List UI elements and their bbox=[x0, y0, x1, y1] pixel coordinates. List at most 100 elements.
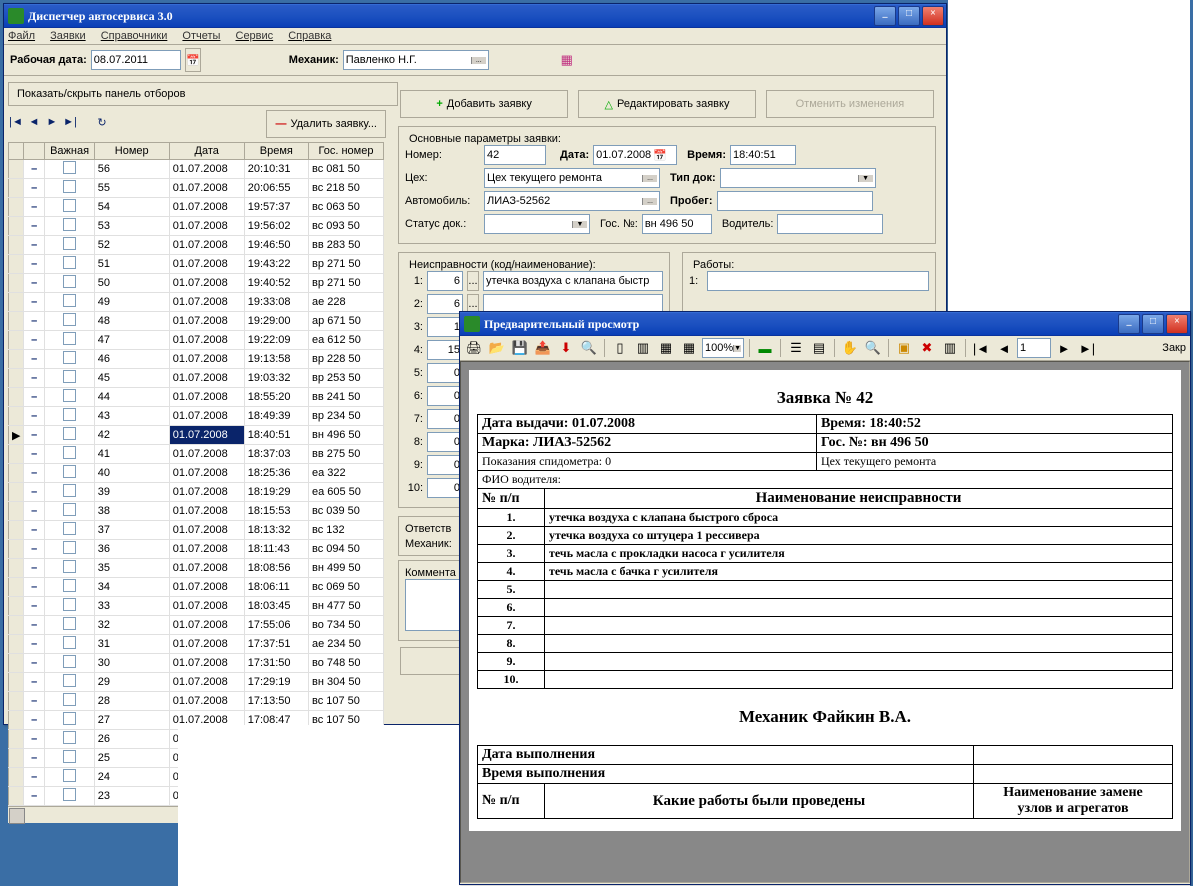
cancel-changes-button[interactable]: Отменить изменения bbox=[766, 90, 934, 118]
workdate-input[interactable]: 08.07.2011 bbox=[91, 50, 181, 70]
grid-icon[interactable]: ▦ bbox=[656, 338, 676, 358]
save-icon[interactable]: 💾 bbox=[510, 338, 530, 358]
edit-request-button[interactable]: △Редактировать заявку bbox=[578, 90, 756, 118]
mileage-input[interactable] bbox=[717, 191, 873, 211]
close-text-button[interactable]: Закр bbox=[1162, 342, 1186, 354]
nav-next-icon[interactable]: ► bbox=[44, 116, 60, 132]
fault-code-input[interactable]: 6 bbox=[427, 271, 463, 291]
col-gos[interactable]: Гос. номер bbox=[308, 143, 383, 160]
table-row[interactable]: –4601.07.200819:13:58вр 228 50 bbox=[9, 350, 384, 369]
table-row[interactable]: –4801.07.200819:29:00ар 671 50 bbox=[9, 312, 384, 331]
fault-code-input[interactable]: 15 bbox=[427, 340, 463, 360]
gos-input[interactable]: вн 496 50 bbox=[642, 214, 712, 234]
driver-input[interactable] bbox=[777, 214, 883, 234]
delete-request-button[interactable]: —Удалить заявку... bbox=[266, 110, 386, 138]
requests-grid[interactable]: Важная Номер Дата Время Гос. номер –5601… bbox=[8, 142, 384, 806]
col-important[interactable]: Важная bbox=[45, 143, 94, 160]
minimize-button[interactable]: _ bbox=[874, 6, 896, 26]
table-row[interactable]: –4401.07.200818:55:20вв 241 50 bbox=[9, 388, 384, 407]
color-icon[interactable]: ▬ bbox=[755, 338, 775, 358]
calendar-icon[interactable]: 📅 bbox=[653, 149, 667, 162]
table-row[interactable]: –3701.07.200818:13:32вс 132 bbox=[9, 521, 384, 540]
nav-last-icon[interactable]: ►| bbox=[62, 116, 78, 132]
nav-last-icon[interactable]: ►| bbox=[1077, 338, 1097, 358]
table-row[interactable]: –5201.07.200819:46:50вв 283 50 bbox=[9, 236, 384, 255]
zoom-icon[interactable]: 🔍 bbox=[863, 338, 883, 358]
print-icon[interactable]: 🖨 bbox=[464, 338, 484, 358]
col-num[interactable]: Номер bbox=[94, 143, 169, 160]
refresh-icon[interactable]: ↻ bbox=[94, 116, 110, 132]
maximize-button[interactable]: □ bbox=[898, 6, 920, 26]
dropdown-icon[interactable]: ▼ bbox=[858, 175, 873, 182]
table-row[interactable]: –4701.07.200819:22:09еа 612 50 bbox=[9, 331, 384, 350]
fault-code-input[interactable]: 0 bbox=[427, 455, 463, 475]
table-row[interactable]: –5401.07.200819:57:37вс 063 50 bbox=[9, 198, 384, 217]
nav-prev-icon[interactable]: ◄ bbox=[994, 338, 1014, 358]
num-input[interactable]: 42 bbox=[484, 145, 546, 165]
nav-prev-icon[interactable]: ◄ bbox=[26, 116, 42, 132]
fault-code-input[interactable]: 0 bbox=[427, 409, 463, 429]
table-row[interactable]: –3601.07.200818:11:43вс 094 50 bbox=[9, 540, 384, 559]
fault-code-input[interactable]: 0 bbox=[427, 386, 463, 406]
x-icon[interactable]: ✖ bbox=[917, 338, 937, 358]
zoom-input[interactable]: 100%▼ bbox=[702, 338, 744, 358]
page-icon[interactable]: ▯ bbox=[610, 338, 630, 358]
table-row[interactable]: –3001.07.200817:31:50во 748 50 bbox=[9, 654, 384, 673]
toolbar-icon-1[interactable]: ▦ bbox=[557, 50, 577, 70]
menu-file[interactable]: Файл bbox=[8, 30, 35, 42]
page-input[interactable]: 1 bbox=[1017, 338, 1051, 358]
pick-icon[interactable]: ... bbox=[642, 198, 657, 205]
table-row[interactable]: –4501.07.200819:03:32вр 253 50 bbox=[9, 369, 384, 388]
status-input[interactable]: ▼ bbox=[484, 214, 590, 234]
car-input[interactable]: ЛИАЗ-52562... bbox=[484, 191, 660, 211]
fullscreen-icon[interactable]: ▣ bbox=[894, 338, 914, 358]
table-row[interactable]: –3901.07.200818:19:29еа 605 50 bbox=[9, 483, 384, 502]
table-row[interactable]: –5501.07.200820:06:55вс 218 50 bbox=[9, 179, 384, 198]
main-titlebar[interactable]: Диспетчер автосервиса 3.0 _ □ × bbox=[4, 4, 946, 28]
mechanic-input[interactable]: Павленко Н.Г.... bbox=[343, 50, 489, 70]
close-button[interactable]: × bbox=[922, 6, 944, 26]
date-input[interactable]: 01.07.2008📅 bbox=[593, 145, 677, 165]
thumb-icon[interactable]: ▤ bbox=[809, 338, 829, 358]
shop-input[interactable]: Цех текущего ремонта... bbox=[484, 168, 660, 188]
table-row[interactable]: –4301.07.200818:49:39вр 234 50 bbox=[9, 407, 384, 426]
menu-reports[interactable]: Отчеты bbox=[182, 30, 220, 42]
doctype-input[interactable]: ▼ bbox=[720, 168, 876, 188]
table-row[interactable]: –2801.07.200817:13:50вс 107 50 bbox=[9, 692, 384, 711]
time-input[interactable]: 18:40:51 bbox=[730, 145, 796, 165]
fault-code-input[interactable]: 0 bbox=[427, 363, 463, 383]
maximize-button[interactable]: □ bbox=[1142, 314, 1164, 334]
minimize-button[interactable]: _ bbox=[1118, 314, 1140, 334]
fault-code-input[interactable]: 1 bbox=[427, 317, 463, 337]
col-date[interactable]: Дата bbox=[169, 143, 244, 160]
preview-viewport[interactable]: Заявка № 42 Дата выдачи: 01.07.2008Время… bbox=[460, 361, 1190, 883]
table-row[interactable]: –3101.07.200817:37:51ае 234 50 bbox=[9, 635, 384, 654]
mechanic-pick-icon[interactable]: ... bbox=[471, 57, 486, 64]
twopage-icon[interactable]: ▥ bbox=[633, 338, 653, 358]
close-button[interactable]: × bbox=[1166, 314, 1188, 334]
table-row[interactable]: –4101.07.200818:37:03вв 275 50 bbox=[9, 445, 384, 464]
dropdown-icon[interactable]: ▼ bbox=[572, 221, 587, 228]
table-row[interactable]: ▶–4201.07.200818:40:51вн 496 50 bbox=[9, 426, 384, 445]
nav-next-icon[interactable]: ► bbox=[1054, 338, 1074, 358]
menu-refs[interactable]: Справочники bbox=[101, 30, 168, 42]
table-row[interactable]: –3301.07.200818:03:45вн 477 50 bbox=[9, 597, 384, 616]
hand-icon[interactable]: ✋ bbox=[840, 338, 860, 358]
fault-pick-button[interactable]: ... bbox=[467, 271, 479, 291]
table-row[interactable]: –4901.07.200819:33:08ае 228 bbox=[9, 293, 384, 312]
table-row[interactable]: –4001.07.200818:25:36еа 322 bbox=[9, 464, 384, 483]
nav-first-icon[interactable]: |◄ bbox=[971, 338, 991, 358]
table-row[interactable]: –3801.07.200818:15:53вс 039 50 bbox=[9, 502, 384, 521]
table-row[interactable]: –5301.07.200819:56:02вс 093 50 bbox=[9, 217, 384, 236]
grid2-icon[interactable]: ▦ bbox=[679, 338, 699, 358]
menu-service[interactable]: Сервис bbox=[236, 30, 274, 42]
menu-help[interactable]: Справка bbox=[288, 30, 331, 42]
fault-desc-input[interactable]: утечка воздуха с клапана быстр bbox=[483, 271, 663, 291]
table-row[interactable]: –3501.07.200818:08:56вн 499 50 bbox=[9, 559, 384, 578]
export-icon[interactable]: 📤 bbox=[533, 338, 553, 358]
pick-icon[interactable]: ... bbox=[642, 175, 657, 182]
table-row[interactable]: –2901.07.200817:29:19вн 304 50 bbox=[9, 673, 384, 692]
preview-titlebar[interactable]: Предварительный просмотр _ □ × bbox=[460, 312, 1190, 336]
work-input[interactable] bbox=[707, 271, 929, 291]
col-time[interactable]: Время bbox=[244, 143, 308, 160]
